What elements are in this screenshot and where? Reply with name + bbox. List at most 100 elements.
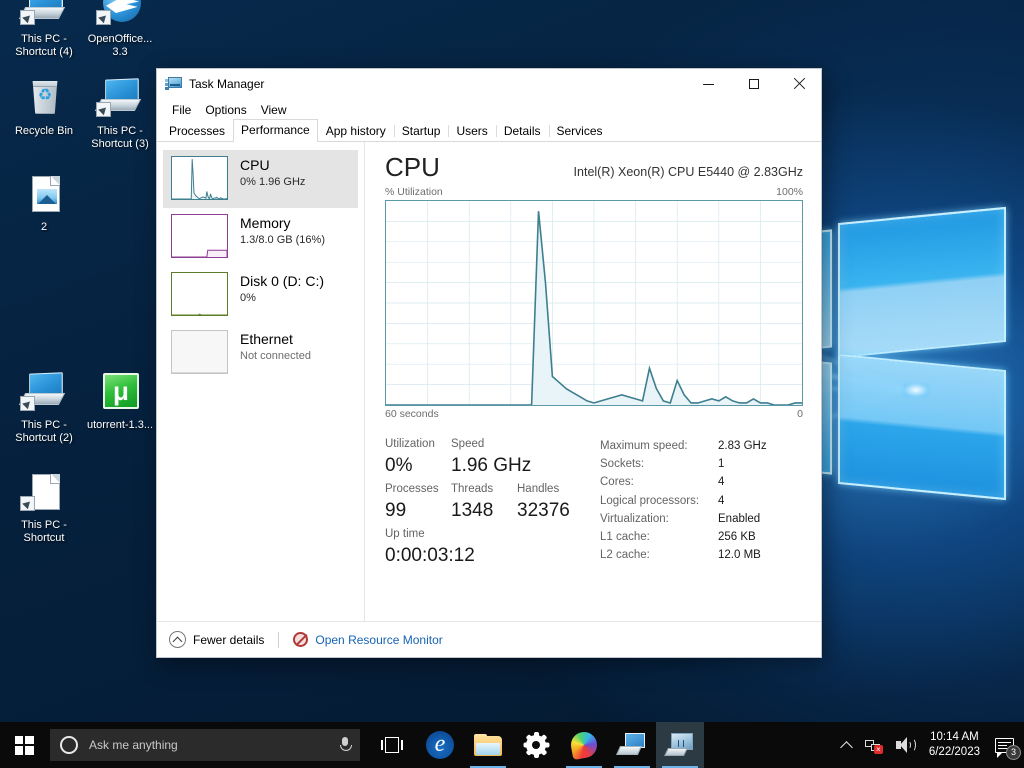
stat-value-handles: 32376 xyxy=(517,500,570,521)
close-button[interactable] xyxy=(776,69,821,99)
volume-button[interactable] xyxy=(889,722,921,768)
remote-desktop-icon xyxy=(615,733,646,757)
chevron-up-icon xyxy=(169,631,186,648)
edge-icon xyxy=(426,731,454,759)
taskbar-app-file-explorer[interactable] xyxy=(464,722,512,768)
chevron-up-icon xyxy=(839,740,853,754)
stat-value: Enabled xyxy=(718,512,761,525)
graph-x-axis-start: 60 seconds xyxy=(385,408,439,420)
stat-label: Cores: xyxy=(600,476,634,489)
window-controls[interactable] xyxy=(686,69,821,99)
clock-date: 6/22/2023 xyxy=(928,746,980,758)
stat-value: 12.0 MB xyxy=(718,549,761,562)
action-center-button[interactable]: 3 xyxy=(988,722,1021,768)
taskbar-app-paint-3d[interactable] xyxy=(560,722,608,768)
desktop-icon-label: This PC - Shortcut xyxy=(21,519,67,544)
image-file-icon xyxy=(20,174,68,218)
desktop-icon-this-pc-shortcut-2[interactable]: This PC - Shortcut (2) xyxy=(6,372,82,445)
resource-monitor-icon xyxy=(293,632,309,647)
system-tray[interactable]: × 10:14 AM 6/22/2023 3 xyxy=(835,722,1024,768)
desktop-icon-this-pc-shortcut-3[interactable]: This PC - Shortcut (3) xyxy=(82,78,158,151)
desktop-icon-this-pc-shortcut-4[interactable]: This PC - Shortcut (4) xyxy=(6,0,82,59)
search-input[interactable]: Ask me anything xyxy=(50,729,360,761)
stat-row-sockets: Sockets: 1 xyxy=(600,455,803,473)
cpu-stats-secondary: Maximum speed: 2.83 GHz Sockets: 1 Cores… xyxy=(600,436,803,571)
stat-value-speed: 1.96 GHz xyxy=(451,455,532,476)
stat-value-threads: 1348 xyxy=(451,500,494,521)
cortana-icon xyxy=(60,736,78,754)
network-status-button[interactable]: × xyxy=(858,722,889,768)
desktop-icon-label: OpenOffice... 3.3 xyxy=(87,33,153,58)
taskbar-app-microsoft-edge[interactable] xyxy=(416,722,464,768)
cpu-sparkline xyxy=(171,156,228,200)
taskbar-apps[interactable] xyxy=(368,722,704,768)
tab-performance[interactable]: Performance xyxy=(233,119,318,142)
task-manager-window[interactable]: Task Manager File Options View Processes… xyxy=(156,68,822,658)
window-title: Task Manager xyxy=(189,77,265,91)
stat-row-logical-processors: Logical processors: 4 xyxy=(600,492,803,510)
fewer-details-button[interactable]: Fewer details xyxy=(169,631,264,648)
sidebar-item-ethernet[interactable]: Ethernet Not connected xyxy=(163,324,358,382)
stat-row-maximum-speed: Maximum speed: 2.83 GHz xyxy=(600,437,803,455)
stat-row-cores: Cores: 4 xyxy=(600,473,803,491)
taskbar-app-remote-desktop[interactable] xyxy=(608,722,656,768)
sidebar-item-label: Ethernet xyxy=(240,331,293,347)
desktop[interactable]: This PC - Shortcut (4) OpenOffice... 3.3… xyxy=(0,0,1024,768)
graph-y-axis-max: 100% xyxy=(776,186,803,198)
taskbar-app-settings[interactable] xyxy=(512,722,560,768)
taskbar-app-task-manager[interactable] xyxy=(656,722,704,768)
tab-details[interactable]: Details xyxy=(495,120,549,141)
search-placeholder: Ask me anything xyxy=(89,738,178,752)
pc-shortcut-icon xyxy=(18,0,68,30)
desktop-icon-recycle-bin[interactable]: Recycle Bin xyxy=(6,78,82,138)
desktop-icon-utorrent[interactable]: utorrent-1.3... xyxy=(82,372,158,432)
maximize-button[interactable] xyxy=(731,69,776,99)
desktop-icon-this-pc-shortcut[interactable]: This PC - Shortcut xyxy=(6,472,82,545)
folder-icon xyxy=(474,734,502,756)
taskbar-task-view-button[interactable] xyxy=(368,722,416,768)
wallpaper-pane-top-right xyxy=(838,206,1006,359)
menu-bar[interactable]: File Options View xyxy=(157,99,821,120)
wallpaper-glow xyxy=(903,383,929,397)
stat-label-handles: Handles xyxy=(517,483,560,495)
stat-label-processes: Processes xyxy=(385,483,439,495)
sidebar-item-sublabel: Not connected xyxy=(240,350,311,362)
tab-services[interactable]: Services xyxy=(548,120,611,141)
memory-sparkline xyxy=(171,214,228,258)
stat-label-threads: Threads xyxy=(451,483,494,495)
open-resource-monitor-link[interactable]: Open Resource Monitor xyxy=(293,632,443,647)
minimize-button[interactable] xyxy=(686,69,731,99)
tab-users[interactable]: Users xyxy=(448,120,495,141)
tab-startup[interactable]: Startup xyxy=(393,120,449,141)
document-shortcut-icon xyxy=(20,472,68,516)
stat-row-virtualization: Virtualization: Enabled xyxy=(600,510,803,528)
windows-logo-icon xyxy=(14,735,34,755)
title-bar[interactable]: Task Manager xyxy=(157,69,821,99)
desktop-icon-image-2[interactable]: 2 xyxy=(6,174,82,234)
sidebar-item-disk[interactable]: Disk 0 (D: C:) 0% xyxy=(163,266,358,324)
stat-label: Sockets: xyxy=(600,458,645,471)
show-hidden-icons-button[interactable] xyxy=(835,722,858,768)
desktop-icon-openoffice[interactable]: OpenOffice... 3.3 xyxy=(82,0,158,59)
tab-processes[interactable]: Processes xyxy=(161,120,233,141)
tab-app-history[interactable]: App history xyxy=(318,120,394,141)
stat-label: Logical processors: xyxy=(600,494,700,507)
open-resource-monitor-label: Open Resource Monitor xyxy=(315,632,443,647)
start-button[interactable] xyxy=(0,722,48,768)
utorrent-icon xyxy=(96,372,144,416)
task-view-icon xyxy=(381,737,403,753)
tab-bar[interactable]: Processes Performance App history Startu… xyxy=(157,119,821,142)
stat-value-processes: 99 xyxy=(385,500,407,521)
sidebar-item-cpu[interactable]: CPU 0% 1.96 GHz xyxy=(163,150,358,208)
menu-item-view[interactable]: View xyxy=(254,102,294,118)
status-bar[interactable]: Fewer details Open Resource Monitor xyxy=(157,621,821,657)
notification-count-badge: 3 xyxy=(1006,745,1021,760)
menu-item-options[interactable]: Options xyxy=(198,102,253,118)
resource-list[interactable]: CPU 0% 1.96 GHz Memory 1.3/8.0 GB (16%) xyxy=(157,142,365,621)
clock[interactable]: 10:14 AM 6/22/2023 xyxy=(921,730,988,760)
menu-item-file[interactable]: File xyxy=(165,102,198,118)
microphone-icon[interactable] xyxy=(338,736,352,754)
sidebar-item-memory[interactable]: Memory 1.3/8.0 GB (16%) xyxy=(163,208,358,266)
taskbar[interactable]: Ask me anything e × 10:14 AM 6/22/2023 3 xyxy=(0,722,1024,768)
cpu-model-label: Intel(R) Xeon(R) CPU E5440 @ 2.83GHz xyxy=(573,165,803,179)
